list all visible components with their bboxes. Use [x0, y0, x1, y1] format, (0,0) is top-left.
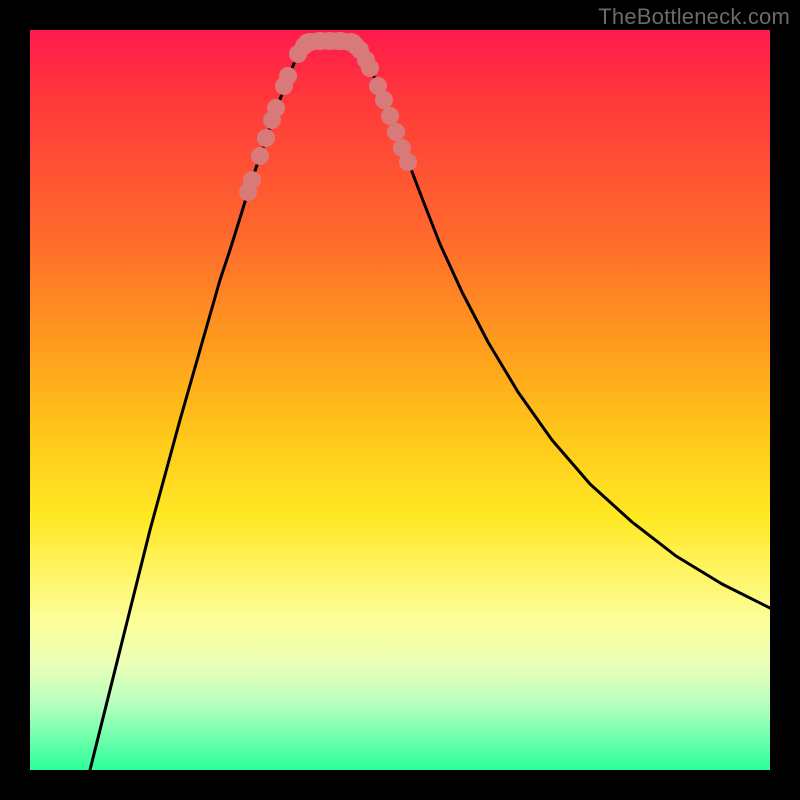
data-marker	[381, 107, 399, 125]
credit-label: TheBottleneck.com	[598, 4, 790, 30]
data-marker	[361, 59, 379, 77]
chart-frame: TheBottleneck.com	[0, 0, 800, 800]
data-marker	[279, 67, 297, 85]
data-marker	[243, 171, 261, 189]
data-marker	[387, 123, 405, 141]
plot-area	[30, 30, 770, 770]
curve-path	[90, 41, 770, 770]
data-marker	[375, 91, 393, 109]
data-marker	[267, 99, 285, 117]
data-marker	[399, 153, 417, 171]
bottleneck-curve-chart	[30, 30, 770, 770]
data-marker	[338, 33, 362, 51]
data-marker	[257, 129, 275, 147]
data-marker	[251, 147, 269, 165]
